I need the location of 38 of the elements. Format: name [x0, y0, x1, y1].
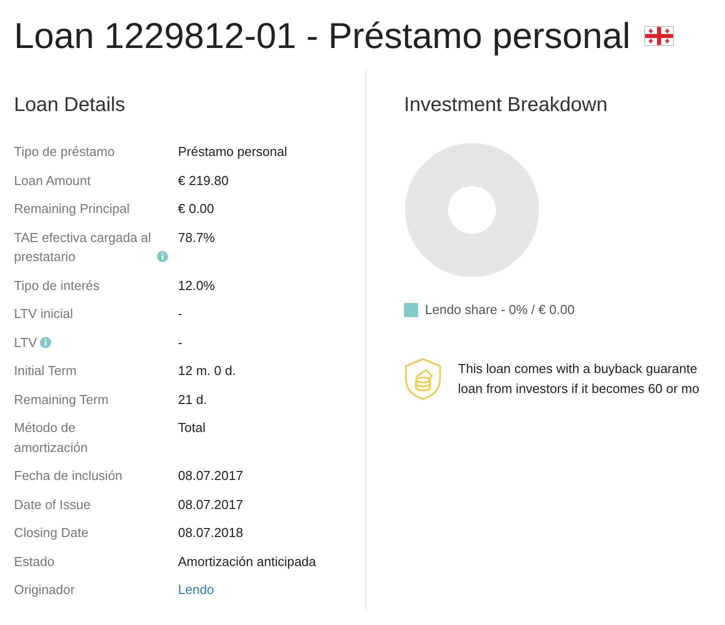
- field-value: 12 m. 0 d.: [178, 362, 236, 380]
- field-label: Remaining Term: [14, 390, 108, 409]
- field-value: Total: [178, 419, 206, 437]
- field-value: 08.07.2017: [178, 467, 244, 485]
- field-label: Tipo de interés: [14, 276, 100, 295]
- originator-link[interactable]: Lendo: [178, 580, 214, 600]
- field-label: Remaining Principal: [14, 200, 130, 218]
- field-label: Tipo de préstamo: [14, 143, 115, 161]
- guarantee-text: loan from investors if it becomes 60 or mo: [458, 380, 700, 398]
- field-value: Préstamo personal: [178, 143, 288, 161]
- field-label: LTV inicial: [14, 305, 74, 323]
- field-value: 08.07.2017: [178, 496, 244, 514]
- field-value: -: [178, 305, 182, 323]
- field-label: Initial Term: [14, 362, 77, 380]
- field-label: TAE efectiva cargada al prestatario: [14, 228, 152, 266]
- field-value: 12.0%: [178, 276, 215, 294]
- legend-label: Lendo share - 0% / € 0.00: [425, 302, 575, 317]
- field-value: 78.7%: [178, 228, 215, 246]
- field-label: Closing Date: [14, 524, 88, 542]
- shield-coins-icon: [404, 357, 442, 401]
- field-value: € 219.80: [178, 172, 229, 190]
- flag-icon: [644, 26, 674, 46]
- field-label: Originador: [14, 581, 75, 599]
- guarantee-text: This loan comes with a buyback guarante: [458, 360, 698, 378]
- field-label: LTV: [14, 334, 37, 352]
- page-title: Loan 1229812-01 - Préstamo personal: [14, 14, 630, 58]
- field-label: Método de amortización: [14, 419, 89, 456]
- field-label: Estado: [14, 552, 54, 570]
- field-value: Amortización anticipada: [178, 552, 316, 571]
- field-value: -: [178, 334, 182, 352]
- section-heading: Loan Details: [14, 94, 126, 117]
- field-value: € 0.00: [178, 200, 214, 218]
- field-value: 21 d.: [178, 390, 207, 408]
- field-label: Fecha de inclusión: [14, 467, 122, 485]
- section-heading: Investment Breakdown: [404, 94, 608, 117]
- field-label: Loan Amount: [14, 172, 91, 190]
- field-value: 08.07.2018: [178, 524, 244, 542]
- field-label: Date of Issue: [14, 496, 91, 514]
